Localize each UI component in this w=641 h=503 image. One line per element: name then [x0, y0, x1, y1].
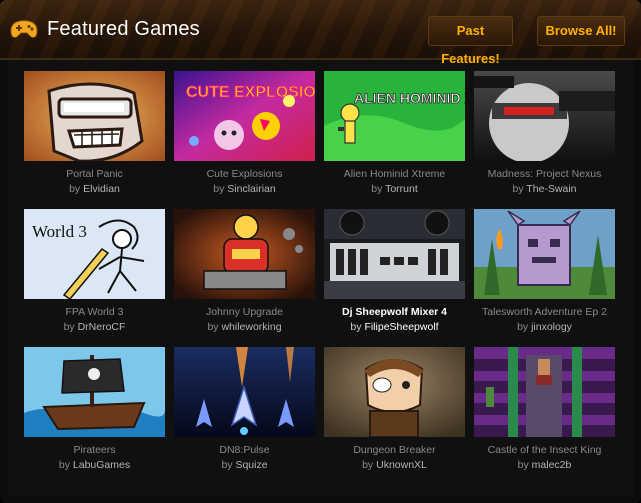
game-author-line: by UknownXL — [362, 459, 427, 471]
featured-games-panel: Featured Games Past Features! Browse All… — [0, 0, 641, 503]
game-author-link[interactable]: Squize — [235, 459, 267, 471]
game-author-line: by Sinclairian — [213, 183, 276, 195]
gamepad-icon — [10, 20, 38, 38]
game-thumbnail-fpa-world-3[interactable]: World 3 — [24, 209, 165, 299]
game-thumbnail-alien-hominid-xtreme[interactable]: ALIEN HOMINID XTREME! — [324, 71, 465, 161]
art-text: CUTE EXPLOSIONS — [186, 84, 315, 101]
art-text: ALIEN HOMINID XTREME! — [354, 90, 465, 106]
game-author-link[interactable]: Elvidian — [83, 183, 120, 195]
game-author-link[interactable]: Sinclairian — [227, 183, 275, 195]
game-title: DN8:Pulse — [219, 444, 270, 456]
game-author-line: by whileworking — [207, 321, 282, 333]
game-thumbnail-cute-explosions[interactable]: CUTE EXPLOSIONS — [174, 71, 315, 161]
game-author-link[interactable]: The-Swain — [526, 183, 576, 195]
game-author-link[interactable]: DrNeroCF — [78, 321, 126, 333]
game-author-link[interactable]: LabuGames — [73, 459, 130, 471]
game-author-link[interactable]: malec2b — [532, 459, 572, 471]
browse-all-button[interactable]: Browse All! — [537, 16, 625, 46]
game-thumbnail-castle-of-the-insect-king[interactable] — [474, 347, 615, 437]
game-author-line: by jinxology — [517, 321, 572, 333]
game-title: Dj Sheepwolf Mixer 4 — [341, 306, 448, 318]
past-features-button[interactable]: Past Features! — [428, 16, 513, 66]
game-thumbnail-johnny-upgrade[interactable] — [174, 209, 315, 299]
game-thumbnail-pirateers[interactable] — [24, 347, 165, 437]
games-grid: Portal Panic by Elvidian CUTE EXPLOSIONS… — [8, 60, 633, 497]
game-title: Pirateers — [73, 444, 116, 456]
game-author-line: by malec2b — [517, 459, 572, 471]
page-title: Featured Games — [47, 18, 200, 40]
game-author-line: by DrNeroCF — [63, 321, 126, 333]
game-title: Portal Panic — [66, 168, 123, 180]
game-author-line: by Torrunt — [371, 183, 418, 195]
game-thumbnail-dn8-pulse[interactable] — [174, 347, 315, 437]
game-author-link[interactable]: jinxology — [531, 321, 572, 333]
game-author-line: by The-Swain — [512, 183, 577, 195]
game-title: Cute Explosions — [206, 168, 283, 180]
game-title: Dungeon Breaker — [353, 444, 436, 456]
game-author-line: by Squize — [221, 459, 268, 471]
game-title: Talesworth Adventure Ep 2 — [482, 306, 607, 318]
game-author-link[interactable]: whileworking — [221, 321, 281, 333]
game-title: Johnny Upgrade — [205, 306, 284, 318]
game-thumbnail-madness-project-nexus[interactable] — [474, 71, 615, 161]
game-title: FPA World 3 — [65, 306, 124, 318]
game-title: Castle of the Insect King — [487, 444, 602, 456]
game-author-link[interactable]: FilipeSheepwolf — [364, 321, 438, 333]
game-author-link[interactable]: Torrunt — [385, 183, 418, 195]
game-thumbnail-talesworth-adventure-ep-2[interactable] — [474, 209, 615, 299]
game-thumbnail-dj-sheepwolf-mixer-4[interactable] — [324, 209, 465, 299]
game-thumbnail-dungeon-breaker[interactable] — [324, 347, 465, 437]
game-title: Alien Hominid Xtreme — [343, 168, 446, 180]
game-author-link[interactable]: UknownXL — [376, 459, 427, 471]
game-title: Madness: Project Nexus — [487, 168, 602, 180]
game-author-line: by FilipeSheepwolf — [350, 321, 439, 333]
header-bar: Featured Games Past Features! Browse All… — [0, 0, 641, 66]
game-author-line: by LabuGames — [58, 459, 131, 471]
game-author-line: by Elvidian — [69, 183, 120, 195]
art-text: World 3 — [32, 222, 87, 241]
game-thumbnail-portal-panic[interactable] — [24, 71, 165, 161]
